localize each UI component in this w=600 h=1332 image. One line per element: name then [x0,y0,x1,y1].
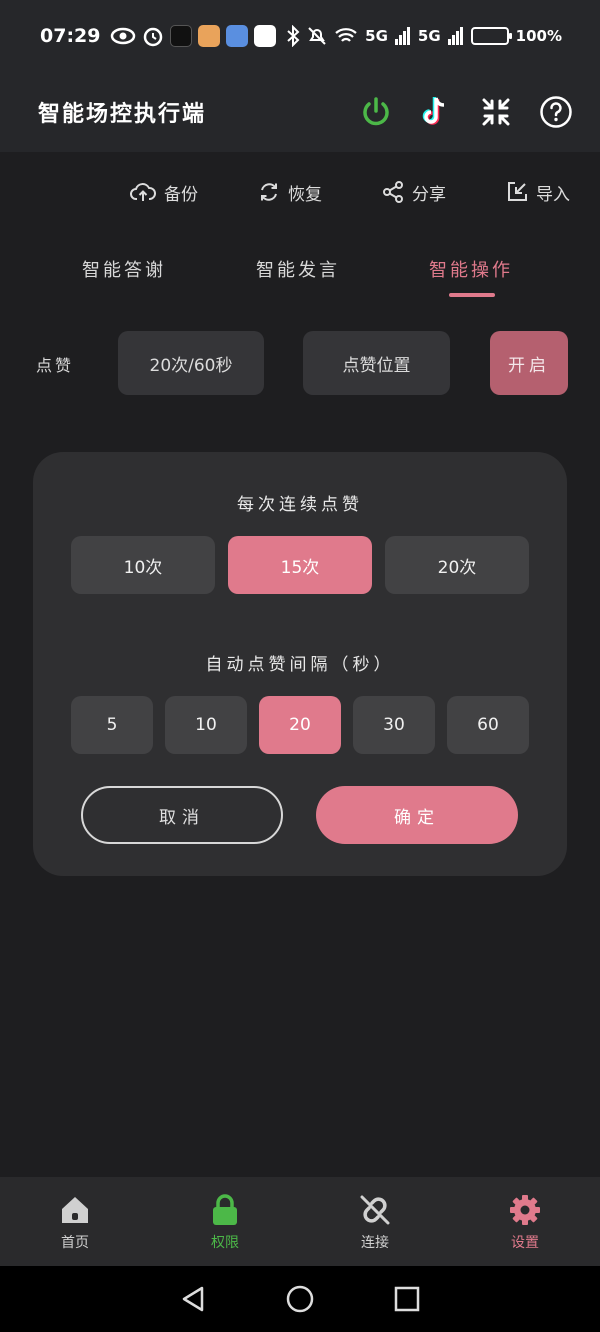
tiktok-icon [422,97,445,125]
tab-bar: 智能答谢 智能发言 智能操作 [0,250,600,300]
interval-option-30[interactable]: 30 [353,696,435,754]
status-bar: 07:29 5G 5G 100% [0,0,600,72]
share-icon [383,181,403,203]
signal-icon [394,27,410,45]
link-broken-icon [357,1192,393,1228]
cancel-button[interactable]: 取消 [81,786,283,844]
like-settings-dialog: 每次连续点赞 10次 15次 20次 自动点赞间隔（秒） 5 10 20 30 … [33,452,567,876]
location-app-icon [254,25,277,47]
battery-icon [470,27,512,45]
tab-smart-operation[interactable]: 智能操作 [429,256,513,282]
confirm-button[interactable]: 确定 [316,786,518,844]
restore-button[interactable]: 恢复 [258,180,322,205]
bluetooth-icon [287,25,300,47]
import-button[interactable]: 导入 [506,180,570,205]
home-icon [57,1192,93,1228]
tab-smart-thanks[interactable]: 智能答谢 [82,256,166,282]
interval-option-20[interactable]: 20 [259,696,341,754]
home-circle-icon[interactable] [286,1285,314,1313]
cloud-upload-icon [130,183,156,201]
active-tab-indicator [449,293,495,297]
gear-icon [507,1192,543,1228]
power-icon [363,97,389,126]
recents-icon[interactable] [394,1286,420,1312]
like-rate-button[interactable]: 20次/60秒 [118,331,264,395]
nav-item-connect[interactable]: 连接 [300,1177,450,1266]
app-header: 智能场控执行端 [0,72,600,152]
system-navigation-bar [0,1266,600,1332]
count-option-20[interactable]: 20次 [385,536,529,594]
start-button[interactable]: 开启 [490,331,568,395]
network-label-2: 5G [417,27,441,45]
tiktok-app-icon [170,25,193,47]
count-section-title: 每次连续点赞 [237,495,363,515]
nav-label-permissions: 权限 [211,1234,239,1251]
count-option-15[interactable]: 15次 [228,536,372,594]
network-label-1: 5G [365,27,388,45]
share-button[interactable]: 分享 [382,180,446,205]
wifi-icon [335,28,357,42]
nav-label-home: 首页 [61,1234,89,1251]
help-button[interactable] [538,94,574,130]
mute-icon [308,27,326,45]
interval-option-5[interactable]: 5 [71,696,153,754]
tiktok-button[interactable] [418,94,454,130]
collapse-button[interactable] [478,94,514,130]
count-option-10[interactable]: 10次 [71,536,215,594]
tab-smart-speech[interactable]: 智能发言 [256,256,340,282]
alarm-icon [144,27,163,47]
interval-section-title: 自动点赞间隔（秒） [205,655,395,675]
app-title: 智能场控执行端 [38,102,207,127]
share-label: 分享 [412,184,446,205]
nav-label-settings: 设置 [511,1234,539,1251]
import-icon [508,182,527,201]
interval-option-10[interactable]: 10 [165,696,247,754]
nav-item-permissions[interactable]: 权限 [150,1177,300,1266]
signal-icon-2 [447,27,463,45]
refresh-icon [261,183,277,201]
backup-button[interactable]: 备份 [130,180,198,205]
collapse-icon [482,98,510,126]
restore-label: 恢复 [288,184,322,205]
heart-app-icon [198,25,221,47]
toolbar: 备份 恢复 分享 导入 [130,172,570,212]
lock-icon [207,1192,243,1228]
bottom-navigation: 首页 权限 连接 设置 [0,1177,600,1266]
like-label: 点赞 [36,356,75,375]
back-icon[interactable] [180,1285,206,1313]
nav-item-home[interactable]: 首页 [0,1177,150,1266]
help-icon [540,96,572,128]
battery-level: 100% [515,27,562,45]
eye-icon [111,27,136,45]
import-label: 导入 [536,184,570,205]
nav-item-settings[interactable]: 设置 [450,1177,600,1266]
status-time: 07:29 [40,25,101,47]
interval-option-60[interactable]: 60 [447,696,529,754]
status-notification-icons [110,25,277,47]
status-system-icons: 5G 5G 100% [286,25,562,47]
like-position-button[interactable]: 点赞位置 [303,331,450,395]
backup-label: 备份 [164,184,198,205]
power-button[interactable] [358,94,394,130]
header-actions [358,94,574,130]
nav-label-connect: 连接 [361,1234,389,1251]
browser-app-icon [226,25,249,47]
